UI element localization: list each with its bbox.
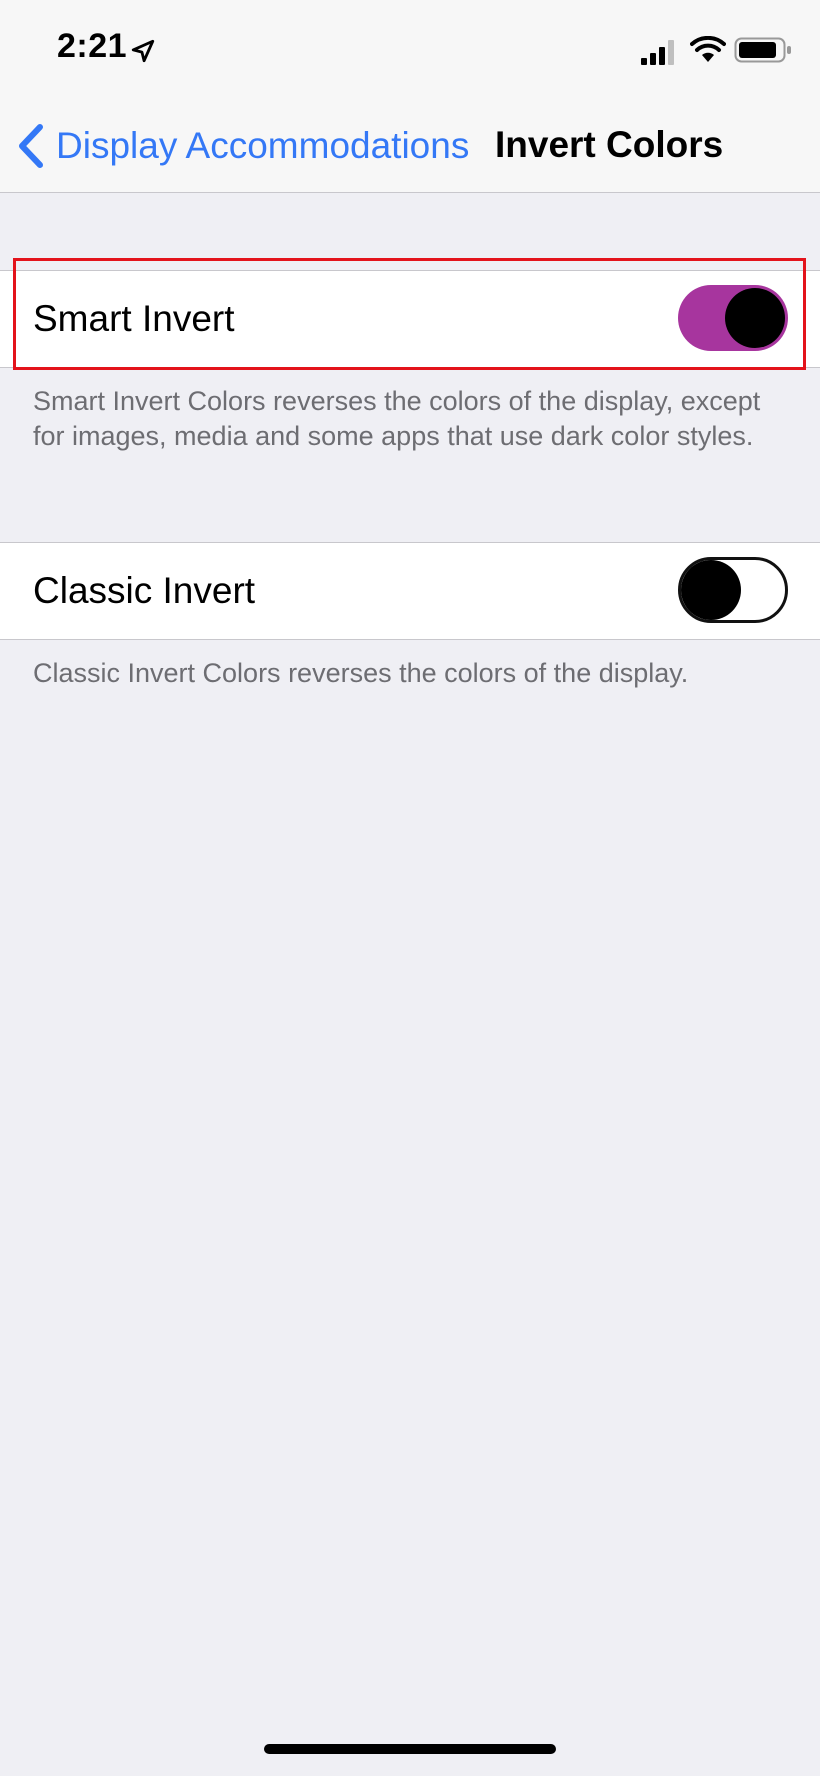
page-title: Invert Colors [495, 124, 724, 165]
navigation-bar: Display Accommodations Invert Colors [0, 100, 820, 193]
classic-invert-toggle[interactable] [678, 557, 788, 623]
smart-invert-toggle[interactable] [678, 285, 788, 351]
cellular-signal-icon [641, 40, 674, 65]
classic-invert-description: Classic Invert Colors reverses the color… [33, 658, 689, 688]
toggle-knob [725, 288, 785, 348]
battery-icon [734, 37, 791, 63]
toggle-knob [681, 560, 741, 620]
wifi-icon [690, 36, 726, 62]
classic-invert-cell: Classic Invert [0, 542, 820, 640]
smart-invert-description: Smart Invert Colors reverses the colors … [33, 386, 761, 451]
back-button-label: Display Accommodations [56, 125, 470, 166]
back-button[interactable]: Display Accommodations [16, 120, 469, 172]
status-time: 2:21 [57, 27, 128, 65]
chevron-left-icon [19, 124, 43, 168]
smart-invert-cell: Smart Invert [0, 270, 820, 368]
location-arrow-icon [131, 39, 155, 63]
smart-invert-label: Smart Invert [33, 298, 235, 339]
classic-invert-label: Classic Invert [33, 570, 256, 611]
status-bar: 2:21 [0, 0, 820, 100]
home-indicator[interactable] [264, 1744, 556, 1754]
